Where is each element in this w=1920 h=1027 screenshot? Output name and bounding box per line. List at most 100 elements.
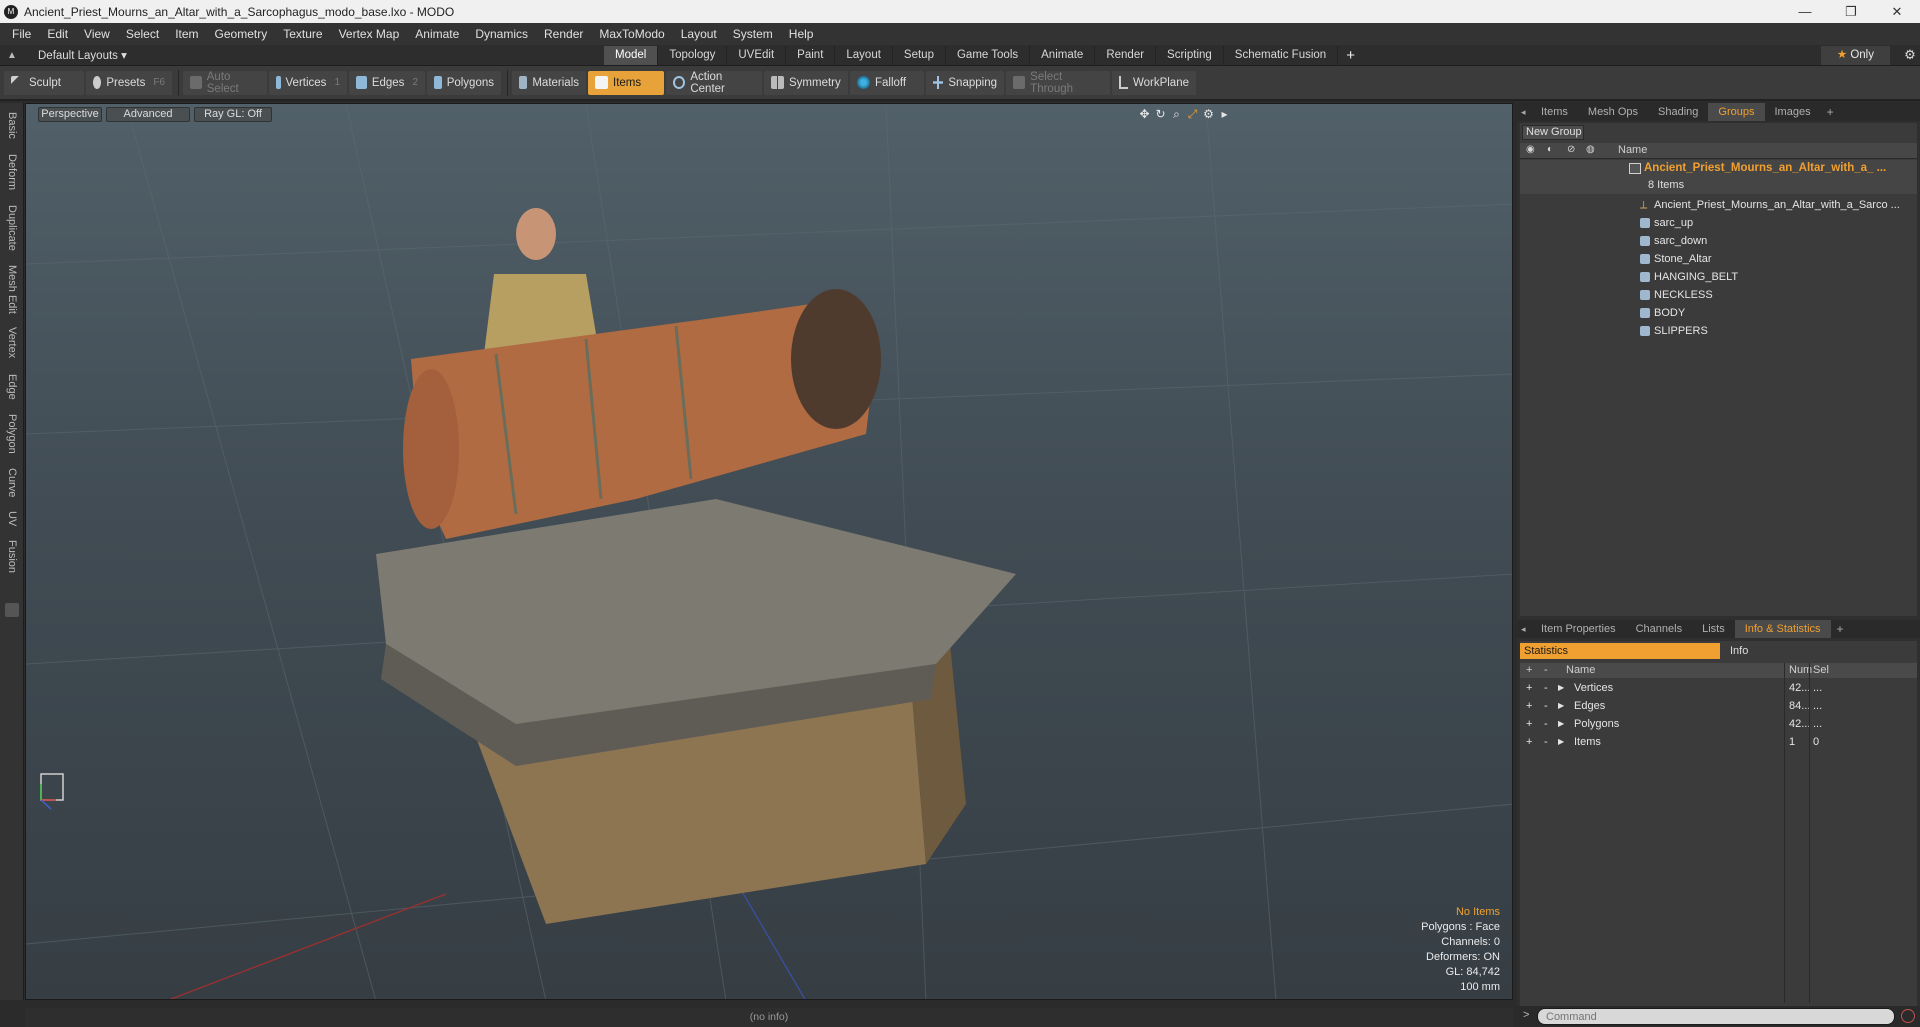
select-icon[interactable]: ◍ (1586, 144, 1595, 155)
table-row[interactable]: + - ▶ Items 1 0 (1520, 733, 1917, 751)
expand-icon[interactable]: + (1526, 733, 1532, 751)
auto-select-button[interactable]: Auto Select (183, 70, 267, 95)
triangle-icon[interactable]: ▶ (1558, 715, 1564, 733)
minimize-button[interactable]: — (1782, 0, 1828, 23)
add-tab-icon[interactable]: + (1338, 47, 1363, 64)
menu-file[interactable]: File (4, 23, 39, 45)
table-row[interactable]: + - ▶ Polygons 42...... (1520, 715, 1917, 733)
tab-setup[interactable]: Setup (893, 45, 946, 65)
tab-lists[interactable]: Lists (1692, 620, 1735, 638)
menu-geometry[interactable]: Geometry (207, 23, 276, 45)
panel-menu-icon[interactable]: ◂ (1517, 107, 1531, 118)
workplane-button[interactable]: WorkPlane (1112, 70, 1196, 95)
list-item[interactable]: SLIPPERS (1520, 322, 1917, 340)
close-button[interactable]: ✕ (1874, 0, 1920, 23)
rotate-view-icon[interactable]: ↻ (1154, 108, 1167, 121)
list-item[interactable]: ⟂ Ancient_Priest_Mourns_an_Altar_with_a_S… (1520, 196, 1917, 214)
maximize-button[interactable]: ❐ (1828, 0, 1874, 23)
symmetry-button[interactable]: Symmetry (764, 70, 848, 95)
vtab-polygon[interactable]: Polygon (3, 409, 21, 459)
menu-system[interactable]: System (725, 23, 781, 45)
edges-button[interactable]: Edges 2 (349, 70, 425, 95)
tab-uvedit[interactable]: UVEdit (727, 45, 787, 65)
layout-preset-dropdown[interactable]: Default Layouts ▾ (24, 48, 604, 62)
collapse-icon[interactable]: - (1544, 679, 1548, 697)
view-perspective-button[interactable]: Perspective (38, 107, 102, 122)
add-tab-icon[interactable]: + (1821, 105, 1840, 119)
tab-animate[interactable]: Animate (1030, 45, 1096, 65)
command-history-icon[interactable] (1901, 1009, 1915, 1023)
menu-maxtomodo[interactable]: MaxToModo (591, 23, 672, 45)
sculpt-button[interactable]: Sculpt (4, 70, 84, 95)
table-row[interactable]: + - ▶ Vertices 42...... (1520, 679, 1917, 697)
menu-item[interactable]: Item (167, 23, 206, 45)
tab-render[interactable]: Render (1095, 45, 1157, 65)
command-input[interactable] (1537, 1008, 1895, 1025)
menu-render[interactable]: Render (536, 23, 591, 45)
raygl-button[interactable]: Ray GL: Off (194, 107, 272, 122)
list-item[interactable]: HANGING_BELT (1520, 268, 1917, 286)
panel-menu-icon[interactable]: ◂ (1517, 624, 1531, 635)
list-item[interactable]: sarc_down (1520, 232, 1917, 250)
items-button[interactable]: Items (588, 70, 664, 95)
select-through-button[interactable]: Select Through (1006, 70, 1110, 95)
3d-viewport[interactable]: Perspective Advanced Ray GL: Off ✥ ↻ ⌕ ⤢… (25, 103, 1513, 1000)
materials-button[interactable]: Materials (512, 70, 586, 95)
list-item[interactable]: Stone_Altar (1520, 250, 1917, 268)
collapse-all-icon[interactable]: - (1544, 663, 1548, 678)
viewport-expand-icon[interactable]: ▸ (1218, 108, 1231, 121)
list-item[interactable]: NECKLESS (1520, 286, 1917, 304)
snapping-button[interactable]: Snapping (926, 70, 1004, 95)
tab-paint[interactable]: Paint (786, 45, 836, 65)
vtab-fusion[interactable]: Fusion (3, 535, 21, 579)
tab-shading[interactable]: Shading (1648, 103, 1708, 121)
vertices-button[interactable]: Vertices 1 (269, 70, 347, 95)
menu-animate[interactable]: Animate (407, 23, 467, 45)
menu-layout[interactable]: Layout (673, 23, 725, 45)
vtab-uv[interactable]: UV (3, 507, 21, 531)
triangle-icon[interactable]: ▶ (1558, 679, 1564, 697)
vtab-deform[interactable]: Deform (3, 149, 21, 195)
tab-items[interactable]: Items (1531, 103, 1578, 121)
collapse-icon[interactable]: ▲ (0, 50, 24, 61)
only-toggle[interactable]: ★ Only (1820, 45, 1890, 65)
statistics-subtab[interactable]: Statistics (1520, 643, 1720, 659)
menu-select[interactable]: Select (118, 23, 167, 45)
tab-layout[interactable]: Layout (835, 45, 893, 65)
fit-view-icon[interactable]: ⤢ (1186, 108, 1199, 121)
tab-groups[interactable]: Groups (1708, 103, 1765, 121)
expand-icon[interactable]: + (1526, 715, 1532, 733)
menu-dynamics[interactable]: Dynamics (467, 23, 536, 45)
tab-channels[interactable]: Channels (1626, 620, 1692, 638)
presets-button[interactable]: Presets F6 (86, 70, 172, 95)
tab-model[interactable]: Model (604, 45, 659, 65)
tab-mesh-ops[interactable]: Mesh Ops (1578, 103, 1648, 121)
tab-images[interactable]: Images (1765, 103, 1821, 121)
table-row[interactable]: + - ▶ Edges 84...... (1520, 697, 1917, 715)
menu-texture[interactable]: Texture (275, 23, 330, 45)
action-center-button[interactable]: Action Center (666, 70, 762, 95)
collapse-icon[interactable]: - (1544, 715, 1548, 733)
vtab-curve[interactable]: Curve (3, 463, 21, 503)
expand-icon[interactable]: + (1526, 679, 1532, 697)
menu-edit[interactable]: Edit (39, 23, 76, 45)
shading-advanced-button[interactable]: Advanced (106, 107, 190, 122)
group-row[interactable]: Ancient_Priest_Mourns_an_Altar_with_a_ .… (1520, 160, 1917, 194)
menu-help[interactable]: Help (781, 23, 822, 45)
falloff-button[interactable]: Falloff (850, 70, 924, 95)
expand-all-icon[interactable]: + (1526, 663, 1532, 678)
zoom-view-icon[interactable]: ⌕ (1170, 108, 1183, 121)
panel-toggle-icon[interactable] (5, 603, 19, 617)
menu-vertex-map[interactable]: Vertex Map (331, 23, 408, 45)
vtab-basic[interactable]: Basic (3, 105, 21, 145)
expand-icon[interactable]: + (1526, 697, 1532, 715)
new-group-button[interactable]: New Group (1522, 125, 1584, 140)
vtab-mesh-edit[interactable]: Mesh Edit (3, 261, 21, 317)
tab-schematic-fusion[interactable]: Schematic Fusion (1224, 45, 1339, 65)
tab-game-tools[interactable]: Game Tools (946, 45, 1031, 65)
tab-scripting[interactable]: Scripting (1156, 45, 1224, 65)
polygons-button[interactable]: Polygons (427, 70, 501, 95)
vtab-duplicate[interactable]: Duplicate (3, 199, 21, 257)
collapse-icon[interactable]: - (1544, 733, 1548, 751)
menu-view[interactable]: View (76, 23, 118, 45)
